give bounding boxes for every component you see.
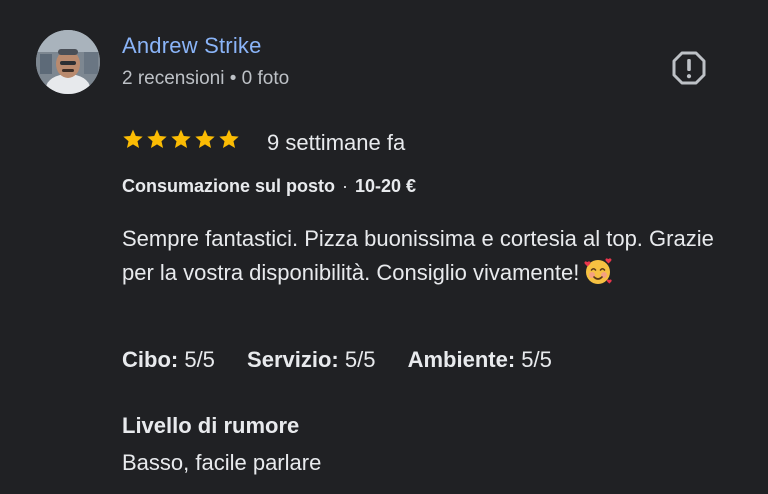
rating-service: Servizio: 5/5: [247, 347, 375, 372]
rating-food-label: Cibo:: [122, 347, 179, 372]
star-icon: [219, 129, 239, 148]
noise-level-label: Livello di rumore: [122, 413, 300, 438]
review-text: Sempre fantastici. Pizza buonissima e co…: [122, 222, 722, 290]
sub-ratings: Cibo: 5/5 Servizio: 5/5 Ambiente: 5/5: [122, 347, 578, 373]
meta-separator: •: [229, 68, 237, 89]
rating-atmosphere-label: Ambiente:: [407, 347, 516, 372]
author-meta: 2 recensioni • 0 foto: [122, 68, 289, 90]
rating-food: Cibo: 5/5: [122, 347, 215, 372]
author-name[interactable]: Andrew Strike: [122, 33, 262, 59]
star-icon: [171, 129, 191, 148]
service-dot: ·: [342, 176, 349, 196]
report-flag-icon[interactable]: [671, 50, 707, 86]
service-type: Consumazione sul posto: [122, 176, 336, 196]
service-info: Consumazione sul posto · 10-20 €: [122, 176, 416, 197]
rating-food-value: 5/5: [184, 347, 215, 372]
star-rating: [122, 128, 240, 150]
price-range: 10-20 €: [355, 176, 417, 196]
rating-service-label: Servizio:: [247, 347, 339, 372]
star-icon: [195, 129, 215, 148]
rating-atmosphere: Ambiente: 5/5: [408, 347, 552, 372]
avatar[interactable]: [36, 30, 100, 94]
review-date: 9 settimane fa: [267, 130, 406, 155]
avatar-photo: [36, 30, 100, 94]
smiling-face-with-hearts-icon: [584, 258, 613, 284]
rating-atmosphere-value: 5/5: [521, 347, 552, 372]
reviews-count: 2 recensioni: [122, 68, 225, 89]
rating-service-value: 5/5: [344, 347, 376, 372]
noise-level-value: Basso, facile parlare: [122, 450, 322, 475]
star-icon: [147, 129, 167, 148]
review-body: Sempre fantastici. Pizza buonissima e co…: [122, 226, 714, 285]
review-card: Andrew Strike 2 recensioni • 0 foto 9 se…: [0, 0, 768, 494]
photos-count: 0 foto: [241, 68, 290, 89]
star-icon: [123, 129, 143, 148]
